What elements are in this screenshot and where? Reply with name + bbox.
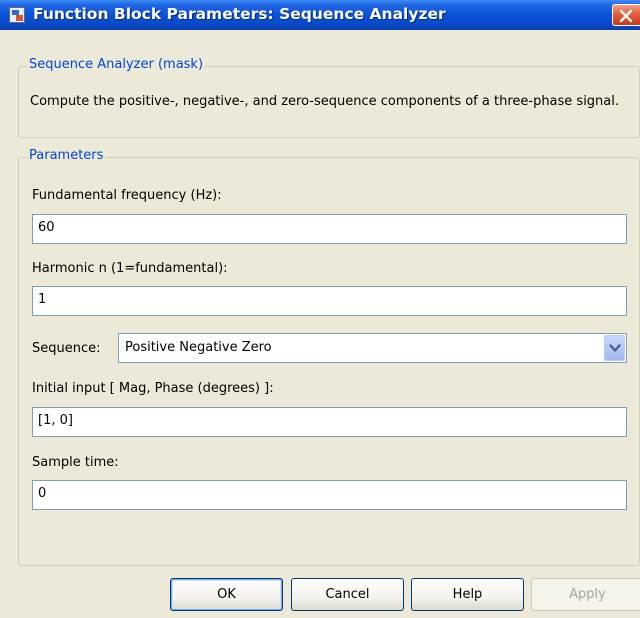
sample-time-field[interactable]: 0 <box>32 480 627 510</box>
simulink-block-icon <box>9 7 25 23</box>
sequence-selected-value: Positive Negative Zero <box>125 340 272 355</box>
close-button[interactable] <box>612 4 640 26</box>
initial-input-label: Initial input [ Mag, Phase (degrees) ]: <box>32 381 274 396</box>
window-title: Function Block Parameters: Sequence Anal… <box>33 5 446 23</box>
close-icon <box>619 9 633 23</box>
title-bar[interactable]: Function Block Parameters: Sequence Anal… <box>0 0 640 30</box>
mask-description: Compute the positive-, negative-, and ze… <box>30 94 620 109</box>
parameters-group-legend: Parameters <box>27 148 106 163</box>
fundamental-frequency-field[interactable]: 60 <box>32 214 627 244</box>
sequence-dropdown[interactable]: Positive Negative Zero <box>118 333 627 363</box>
help-button[interactable]: Help <box>411 578 524 611</box>
chevron-down-icon <box>609 344 621 352</box>
sequence-label: Sequence: <box>32 341 101 356</box>
dropdown-arrow-button[interactable] <box>604 335 625 361</box>
harmonic-field[interactable]: 1 <box>32 286 627 316</box>
mask-group-legend: Sequence Analyzer (mask) <box>27 57 206 72</box>
cancel-button[interactable]: Cancel <box>291 578 404 611</box>
ok-button[interactable]: OK <box>170 578 283 611</box>
apply-button[interactable]: Apply <box>531 578 640 611</box>
harmonic-label: Harmonic n (1=fundamental): <box>32 261 228 276</box>
fundamental-frequency-label: Fundamental frequency (Hz): <box>32 188 222 203</box>
sample-time-label: Sample time: <box>32 455 119 470</box>
initial-input-field[interactable]: [1, 0] <box>32 407 627 437</box>
